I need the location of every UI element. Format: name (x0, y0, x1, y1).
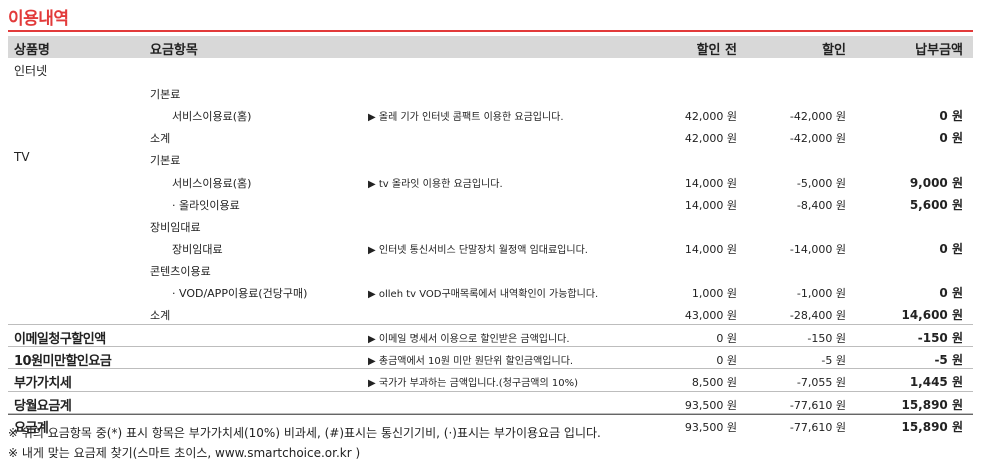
row-description: ▶ 인터넷 통신서비스 단말장치 월정액 임대료입니다. (368, 244, 588, 256)
row-description: ▶ tv 올라잇 이용한 요금입니다. (368, 178, 503, 190)
row-product-name: TV (14, 150, 30, 165)
row-discount: -8,400 원 (796, 198, 846, 212)
row-product-name: 인터넷 (14, 64, 48, 78)
row-payment: 0 원 (939, 109, 963, 124)
table-row: · 올라잇이용료 14,000 원 -8,400 원 5,600 원 (8, 192, 973, 214)
row-amount-before: 93,500 원 (684, 420, 737, 434)
row-discount: -14,000 원 (789, 242, 846, 256)
row-amount-before: 14,000 원 (684, 242, 737, 256)
table-row: 소계 42,000 원 -42,000 원 0 원 (8, 125, 973, 147)
table-row: 장비임대료 (8, 214, 973, 236)
row-product-name: 10원미만할인요금 (14, 354, 112, 370)
table-bottom-divider (8, 414, 973, 415)
row-payment: 14,600 원 (901, 308, 963, 323)
footnote-tax: ※ 위의 요금항목 중(*) 표시 항목은 부가가치세(10%) 비과세, (#… (8, 426, 601, 440)
row-item-label: 소계 (150, 132, 171, 146)
row-item-label: · 올라잇이용료 (172, 198, 240, 212)
row-payment: 0 원 (939, 241, 963, 256)
row-description: ▶ 국가가 부과하는 금액입니다.(청구금액의 10%) (368, 378, 579, 390)
row-product-name: 이메일청구할인액 (14, 332, 106, 348)
row-amount-before: 93,500 원 (684, 398, 737, 412)
row-payment: 15,890 원 (901, 397, 963, 412)
table-row: TV 기본료 (8, 147, 973, 169)
page-title: 이용내역 (8, 9, 69, 29)
row-payment: -5 원 (934, 353, 963, 368)
row-discount: -1,000 원 (796, 287, 846, 300)
table-row: 부가가치세 ▶ 국가가 부과하는 금액입니다.(청구금액의 10%) 8,500 원… (8, 368, 973, 391)
row-discount: -5,000 원 (796, 176, 846, 190)
row-item-label: 서비스이용료(홈) (172, 110, 252, 124)
row-amount-before: 0 원 (716, 332, 737, 346)
header-before: 할인 전 (696, 43, 737, 58)
table-row: 서비스이용료(홈) ▶ tv 올라잇 이용한 요금입니다. 14,000 원 -5,0… (8, 170, 973, 192)
row-item-label: 기본료 (150, 88, 181, 102)
row-description: ▶ 올레 기가 인터넷 콤팩트 이용한 요금입니다. (368, 112, 564, 124)
row-discount: -5 원 (821, 354, 846, 368)
row-item-label: 장비임대료 (172, 242, 223, 256)
row-amount-before: 14,000 원 (684, 176, 737, 190)
row-payment: 5,600 원 (909, 197, 963, 212)
header-pay: 납부금액 (915, 43, 963, 58)
row-payment: -150 원 (917, 331, 963, 346)
row-amount-before: 8,500 원 (691, 376, 737, 390)
header-discount: 할인 (822, 43, 846, 58)
row-item-label: 소계 (150, 309, 171, 323)
row-discount: -42,000 원 (789, 110, 846, 124)
row-payment: 0 원 (939, 286, 963, 300)
title-divider (8, 30, 973, 32)
row-discount: -42,000 원 (789, 132, 846, 146)
table-row: 장비임대료 ▶ 인터넷 통신서비스 단말장치 월정액 임대료입니다. 14,000 … (8, 236, 973, 258)
row-product-name: 당월요금계 (14, 398, 72, 414)
row-payment: 15,890 원 (901, 419, 963, 434)
footnote-smartchoice: ※ 내게 맞는 요금제 찾기(스마트 초이스, www.smartchoice.… (8, 446, 361, 460)
row-item-label: 콘텐츠이용료 (150, 264, 211, 278)
row-amount-before: 14,000 원 (684, 198, 737, 212)
row-discount: -28,400 원 (789, 309, 846, 323)
row-payment: 0 원 (939, 131, 963, 146)
table-row: 당월요금계 93,500 원 -77,610 원 15,890 원 (8, 390, 973, 414)
row-payment: 9,000 원 (909, 175, 963, 190)
header-product: 상품명 (14, 43, 50, 58)
table-row: 서비스이용료(홈) ▶ 올레 기가 인터넷 콤팩트 이용한 요금입니다. 42,00… (8, 103, 973, 125)
row-discount: -77,610 원 (789, 420, 846, 434)
row-payment: 1,445 원 (909, 375, 963, 390)
table-row: 콘텐츠이용료 (8, 258, 973, 280)
row-item-label: · VOD/APP이용료(건당구매) (172, 287, 308, 300)
table-row: 소계 43,000 원 -28,400 원 14,600 원 (8, 302, 973, 324)
row-amount-before: 42,000 원 (684, 110, 737, 124)
header-item: 요금항목 (150, 43, 198, 58)
table-row: 기본료 (8, 81, 973, 103)
row-description: ▶ 이메일 명세서 이용으로 할인받은 금액입니다. (368, 334, 570, 346)
row-amount-before: 43,000 원 (684, 309, 737, 323)
row-item-label: 장비임대료 (150, 220, 201, 234)
table-header: 상품명 요금항목 할인 전 할인 납부금액 (8, 36, 973, 58)
row-product-name: 부가가치세 (14, 376, 72, 392)
row-amount-before: 1,000 원 (691, 287, 737, 300)
row-discount: -150 원 (807, 332, 846, 346)
table-row: 인터넷 (8, 59, 973, 81)
row-description: ▶ 총금액에서 10원 미만 원단위 할인금액입니다. (368, 356, 574, 368)
row-description: ▶ olleh tv VOD구매목록에서 내역확인이 가능합니다. (368, 289, 599, 300)
table-row: · VOD/APP이용료(건당구매) ▶ olleh tv VOD구매목록에서 내… (8, 280, 973, 302)
table-row: 10원미만할인요금 ▶ 총금액에서 10원 미만 원단위 할인금액입니다. 0 원 -… (8, 346, 973, 369)
row-discount: -77,610 원 (789, 398, 846, 412)
table-row: 이메일청구할인액 ▶ 이메일 명세서 이용으로 할인받은 금액입니다. 0 원 -15… (8, 324, 973, 347)
row-discount: -7,055 원 (796, 376, 846, 390)
row-amount-before: 42,000 원 (684, 132, 737, 146)
row-item-label: 기본료 (150, 154, 181, 168)
row-item-label: 서비스이용료(홈) (172, 176, 252, 190)
row-amount-before: 0 원 (716, 354, 737, 368)
